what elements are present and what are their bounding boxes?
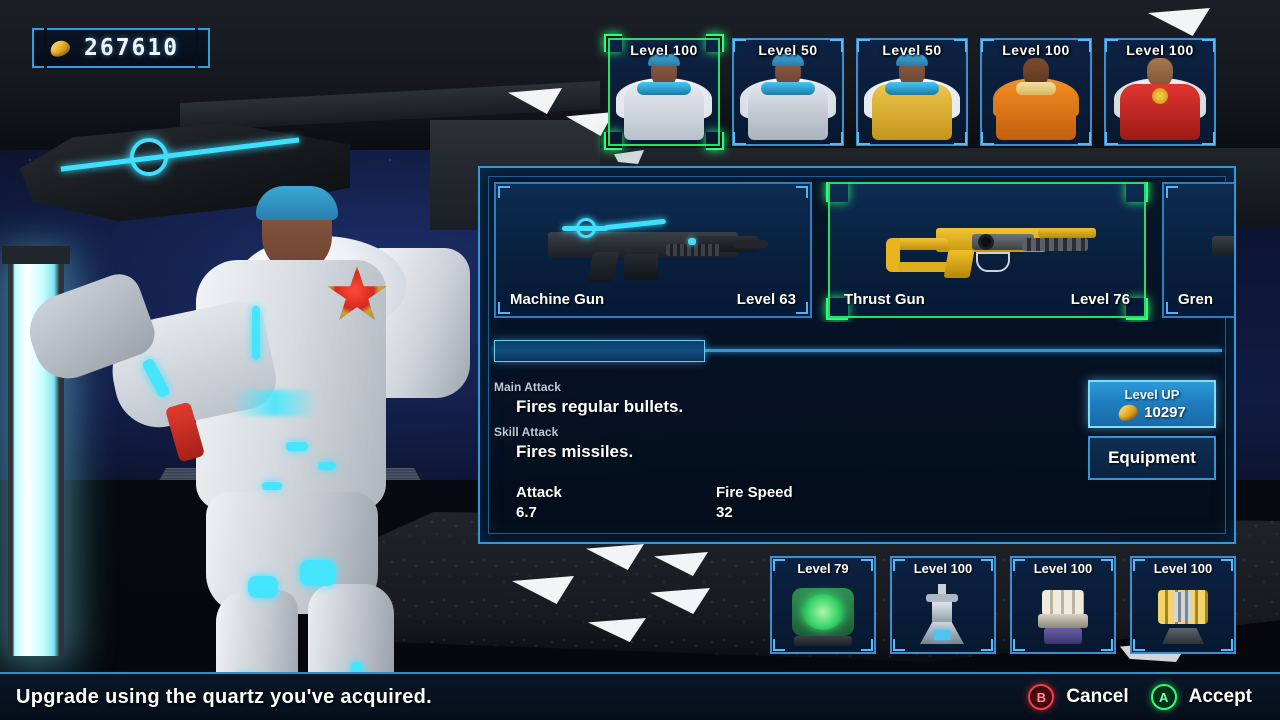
corner-bracket-icon	[796, 186, 808, 198]
equipment-row[interactable]: Level 79 Level 100 Level 100 Level 100	[770, 556, 1236, 654]
portrait-card-1[interactable]: Level 100	[604, 34, 724, 150]
equipment-card-4[interactable]: Level 100	[1130, 556, 1236, 654]
weapon-level: Level 63	[736, 291, 796, 308]
corner-bracket-icon	[1126, 182, 1148, 202]
corner-bracket-icon	[981, 639, 993, 651]
mech-glow-accent	[300, 560, 336, 586]
progress-fill	[494, 340, 706, 362]
chest-visor	[885, 82, 939, 95]
gold-generator-icon	[1148, 584, 1218, 646]
corner-bracket-icon	[1221, 639, 1233, 651]
weapon-name: Machine Gun	[510, 291, 605, 308]
weapon-card-machine-gun[interactable]: Machine Gun Level 63	[494, 182, 812, 318]
level-up-button[interactable]: Level UP 10297	[1088, 380, 1216, 428]
corner-bracket-icon	[498, 302, 510, 314]
corner-bracket-icon	[1101, 639, 1113, 651]
fire-speed-value: 32	[716, 504, 733, 521]
weapon-card-thrust-gun[interactable]: Thrust Gun Level 76	[826, 182, 1148, 320]
weapon-upgrade-panel: Machine Gun Level 63 Thrust Gun Level 76…	[478, 166, 1236, 544]
attack-label: Attack	[516, 484, 562, 501]
corner-bracket-icon	[796, 302, 808, 314]
portrait-card-3[interactable]: Level 50	[856, 38, 968, 146]
cancel-prompt[interactable]: B Cancel	[1028, 684, 1129, 710]
currency-amount: 267610	[84, 35, 180, 61]
mech-glow-accent	[262, 482, 282, 490]
reactor-core-icon	[788, 584, 858, 646]
game-screen: 267610 Level 100 Level 50 Level 50 Level…	[0, 0, 1280, 720]
button-prompts: B Cancel A Accept	[1028, 684, 1252, 710]
cancel-label: Cancel	[1066, 686, 1129, 707]
corner-bracket-icon	[826, 182, 848, 202]
portrait-level-label: Level 50	[758, 42, 818, 58]
weapon-level: Level 76	[1070, 291, 1130, 308]
equipment-button[interactable]: Equipment	[1088, 436, 1216, 480]
corner-bracket-icon	[773, 639, 785, 651]
pilot-cap	[256, 186, 338, 220]
machine-gun-icon	[538, 214, 768, 282]
equipment-card-2[interactable]: Level 100	[890, 556, 996, 654]
attack-stat: Attack 6.7	[516, 484, 716, 521]
antenna-tower-icon	[908, 584, 978, 646]
hint-text: Upgrade using the quartz you've acquired…	[16, 685, 433, 708]
chest-plate	[1016, 82, 1056, 95]
upgrade-progress-bar	[494, 340, 1222, 362]
portrait-level-label: Level 100	[630, 42, 698, 58]
portrait-card-5[interactable]: Level 100	[1104, 38, 1216, 146]
accept-prompt[interactable]: A Accept	[1150, 684, 1252, 710]
portrait-level-label: Level 50	[882, 42, 942, 58]
corner-bracket-icon	[861, 639, 873, 651]
equipment-card-1[interactable]: Level 79	[770, 556, 876, 654]
portrait-level-label: Level 100	[1002, 42, 1070, 58]
portrait-card-4[interactable]: Level 100	[980, 38, 1092, 146]
b-button-icon: B	[1028, 684, 1055, 710]
corner-bracket-icon	[1166, 302, 1178, 314]
grenade-launcher-icon	[1206, 214, 1234, 280]
weapon-name: Gren	[1178, 291, 1214, 308]
mech-chest-glow	[232, 390, 318, 416]
a-button-icon: A	[1150, 684, 1177, 710]
portrait-level-label: Level 100	[1126, 42, 1194, 58]
corner-bracket-icon	[1133, 639, 1145, 651]
corner-bracket-icon	[498, 186, 510, 198]
attack-value: 6.7	[516, 504, 537, 521]
level-up-label: Level UP	[1124, 387, 1180, 402]
mech-glow-accent	[318, 462, 336, 470]
quartz-coin-icon	[47, 37, 73, 59]
character-portrait-row[interactable]: Level 100 Level 50 Level 50 Level 100 Le…	[604, 34, 1216, 150]
level-up-cost: 10297	[1116, 401, 1186, 424]
mech-glow-accent	[252, 306, 260, 360]
corner-bracket-icon	[893, 639, 905, 651]
mech-glow-accent	[248, 576, 278, 598]
level-up-cost-value: 10297	[1144, 404, 1186, 421]
equipment-level-label: Level 100	[1033, 561, 1093, 576]
fire-speed-label: Fire Speed	[716, 484, 793, 501]
fire-speed-stat: Fire Speed 32	[716, 484, 916, 521]
chest-visor	[637, 82, 691, 95]
chest-visor	[761, 82, 815, 95]
weapon-card-grenade[interactable]: Gren	[1162, 182, 1234, 318]
equipment-level-label: Level 100	[913, 561, 973, 576]
mech-glow-accent	[286, 442, 308, 451]
corner-bracket-icon	[1013, 639, 1025, 651]
thrust-gun-icon	[872, 214, 1102, 280]
bottom-hint-bar: Upgrade using the quartz you've acquired…	[0, 672, 1280, 720]
weapon-name: Thrust Gun	[844, 291, 925, 308]
armor-gem	[1152, 88, 1168, 104]
equipment-level-label: Level 79	[797, 561, 849, 576]
currency-display: 267610	[32, 28, 210, 68]
equipment-level-label: Level 100	[1153, 561, 1213, 576]
player-mech	[0, 90, 470, 720]
numeric-stats: Attack 6.7 Fire Speed 32	[516, 484, 1222, 521]
equipment-card-3[interactable]: Level 100	[1010, 556, 1116, 654]
booster-pack-icon	[1028, 584, 1098, 646]
accept-label: Accept	[1188, 686, 1252, 707]
weapon-carousel[interactable]: Machine Gun Level 63 Thrust Gun Level 76…	[494, 182, 1234, 322]
quartz-coin-icon	[1116, 401, 1141, 424]
portrait-card-2[interactable]: Level 50	[732, 38, 844, 146]
corner-bracket-icon	[1166, 186, 1178, 198]
